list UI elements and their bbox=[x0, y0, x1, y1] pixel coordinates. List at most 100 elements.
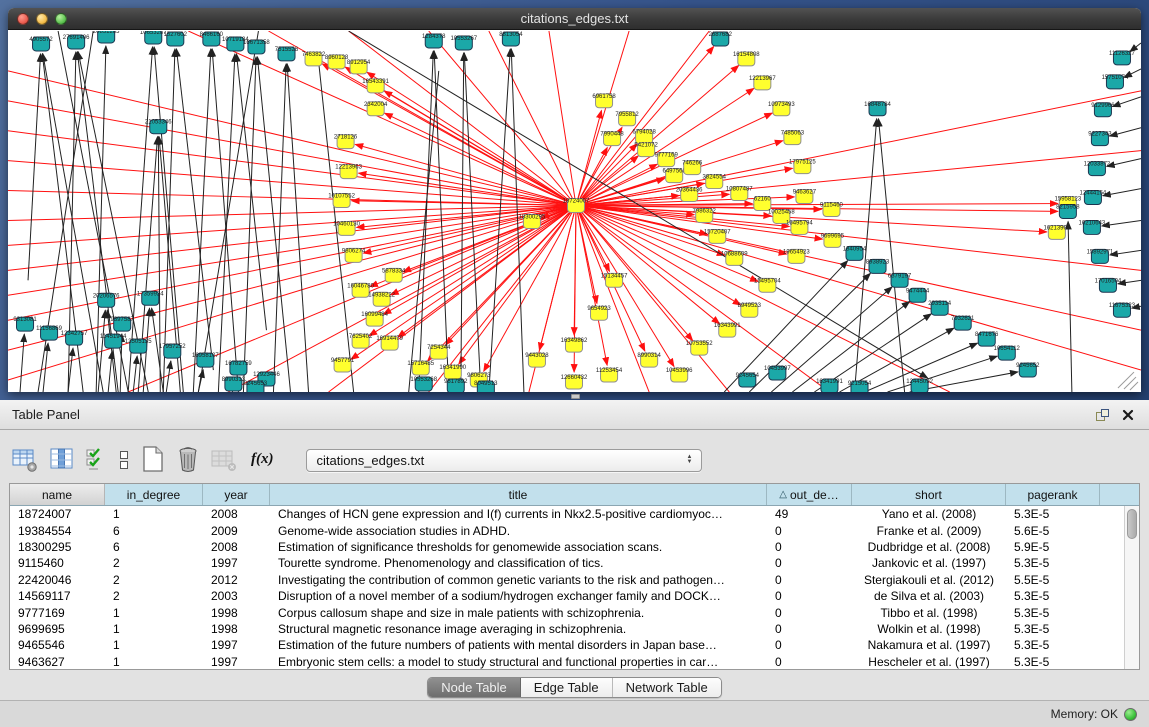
cell-out_degree[interactable]: 0 bbox=[767, 589, 852, 603]
cell-short[interactable]: de Silva et al. (2003) bbox=[852, 589, 1006, 603]
cell-name[interactable]: 9777169 bbox=[10, 606, 105, 620]
network-node[interactable]: 12444154 bbox=[1080, 191, 1107, 205]
zoom-window-icon[interactable] bbox=[55, 13, 67, 25]
network-node[interactable]: 10688609 bbox=[721, 251, 748, 265]
cell-title[interactable]: Embryonic stem cells: a model to study s… bbox=[270, 655, 767, 669]
cell-year[interactable]: 2009 bbox=[203, 524, 270, 538]
network-node[interactable]: 9245653 bbox=[244, 381, 268, 392]
table-row[interactable]: 1456911722003Disruption of a novel membe… bbox=[10, 588, 1124, 604]
cell-name[interactable]: 18724007 bbox=[10, 507, 105, 521]
network-window-titlebar[interactable]: citations_edges.txt bbox=[8, 8, 1141, 30]
table-row[interactable]: 1938455462009Genome-wide association stu… bbox=[10, 522, 1124, 538]
network-node[interactable]: 7515526 bbox=[275, 47, 299, 61]
network-node[interactable]: 16782759 bbox=[225, 361, 252, 375]
cell-title[interactable]: Investigating the contribution of common… bbox=[270, 573, 767, 587]
network-node[interactable]: 10553267 bbox=[450, 36, 477, 50]
network-node[interactable]: 7254344 bbox=[427, 345, 451, 359]
network-node[interactable]: 2718126 bbox=[334, 135, 358, 149]
cell-out_degree[interactable]: 0 bbox=[767, 524, 852, 538]
cell-year[interactable]: 2008 bbox=[203, 540, 270, 554]
table-row[interactable]: 1830029562008Estimation of significance … bbox=[10, 539, 1124, 555]
network-node[interactable]: 11253454 bbox=[596, 368, 623, 382]
table-row[interactable]: 1872400712008Changes of HCN gene express… bbox=[10, 506, 1124, 522]
network-node[interactable]: 9215054 bbox=[848, 381, 872, 392]
cell-in_degree[interactable]: 2 bbox=[105, 573, 203, 587]
network-node[interactable]: 17975125 bbox=[789, 160, 816, 174]
network-node[interactable]: 12445092 bbox=[906, 379, 933, 392]
cell-short[interactable]: Wolkin et al. (1998) bbox=[852, 622, 1006, 636]
network-node[interactable]: 8215958 bbox=[1056, 205, 1080, 219]
column-header-pagerank[interactable]: pagerank bbox=[1006, 484, 1100, 505]
network-node[interactable]: 3824554 bbox=[703, 175, 727, 189]
network-node[interactable]: 12213967 bbox=[749, 76, 776, 90]
cell-year[interactable]: 2003 bbox=[203, 589, 270, 603]
network-node[interactable]: 9474444 bbox=[906, 288, 930, 302]
cell-title[interactable]: Genome-wide association studies in ADHD. bbox=[270, 524, 767, 538]
network-node[interactable]: 8049513 bbox=[474, 381, 498, 392]
network-node[interactable]: 10654112 bbox=[994, 346, 1021, 360]
network-node[interactable]: 16154808 bbox=[733, 52, 760, 66]
cell-year[interactable]: 1997 bbox=[203, 556, 270, 570]
cell-pagerank[interactable]: 5.3E-5 bbox=[1006, 507, 1100, 521]
cell-year[interactable]: 1998 bbox=[203, 622, 270, 636]
cell-name[interactable]: 9699695 bbox=[10, 622, 105, 636]
network-node[interactable]: 17359924 bbox=[137, 291, 164, 305]
network-node[interactable]: 8471676 bbox=[975, 332, 999, 346]
network-node[interactable]: 12342757 bbox=[61, 331, 88, 345]
cell-in_degree[interactable]: 1 bbox=[105, 606, 203, 620]
cell-title[interactable]: Estimation of significance thresholds fo… bbox=[270, 540, 767, 554]
cell-name[interactable]: 9465546 bbox=[10, 638, 105, 652]
cell-out_degree[interactable]: 0 bbox=[767, 556, 852, 570]
table-row[interactable]: 2242004622012Investigating the contribut… bbox=[10, 572, 1124, 588]
network-node[interactable]: 2935114 bbox=[928, 301, 952, 315]
cell-pagerank[interactable]: 5.3E-5 bbox=[1006, 655, 1100, 669]
network-node[interactable]: 16958107 bbox=[192, 353, 219, 367]
cell-out_degree[interactable]: 0 bbox=[767, 655, 852, 669]
function-builder-icon[interactable]: f(x) bbox=[251, 451, 274, 468]
column-header-year[interactable]: year bbox=[203, 484, 270, 505]
cell-year[interactable]: 1997 bbox=[203, 638, 270, 652]
network-node[interactable]: 16210643 bbox=[1079, 220, 1106, 234]
cell-short[interactable]: Jankovic et al. (1997) bbox=[852, 556, 1006, 570]
close-panel-icon[interactable] bbox=[1119, 407, 1137, 423]
table-mode-icon[interactable] bbox=[118, 447, 130, 473]
network-node[interactable]: 8949523 bbox=[738, 303, 762, 317]
network-node[interactable]: 1840954 bbox=[843, 246, 867, 260]
cell-year[interactable]: 1998 bbox=[203, 606, 270, 620]
network-node[interactable]: 20851283 bbox=[93, 31, 120, 43]
network-node[interactable]: 8990314 bbox=[637, 353, 661, 367]
network-node[interactable]: 16341990 bbox=[439, 365, 466, 379]
cell-short[interactable]: Yano et al. (2008) bbox=[852, 507, 1006, 521]
network-node[interactable]: 15716485 bbox=[407, 361, 434, 375]
cell-in_degree[interactable]: 1 bbox=[105, 507, 203, 521]
network-node[interactable]: 17957252 bbox=[159, 344, 186, 358]
cell-out_degree[interactable]: 0 bbox=[767, 622, 852, 636]
cell-in_degree[interactable]: 2 bbox=[105, 556, 203, 570]
table-vertical-scrollbar[interactable] bbox=[1124, 506, 1139, 669]
network-node[interactable]: 8960128 bbox=[325, 55, 349, 69]
network-node[interactable]: 9777169 bbox=[654, 153, 678, 167]
network-node[interactable]: 9617892 bbox=[444, 379, 468, 392]
column-header-in_degree[interactable]: in_degree bbox=[105, 484, 203, 505]
cell-title[interactable]: Disruption of a novel member of a sodium… bbox=[270, 589, 767, 603]
cell-in_degree[interactable]: 6 bbox=[105, 524, 203, 538]
network-node[interactable]: 6379197 bbox=[888, 273, 912, 287]
network-node[interactable]: 2342004 bbox=[364, 102, 388, 116]
network-node[interactable]: 16848784 bbox=[864, 102, 891, 116]
cell-short[interactable]: Stergiakouli et al. (2012) bbox=[852, 573, 1006, 587]
delete-rows-icon[interactable] bbox=[176, 447, 200, 473]
network-node[interactable]: 9313081 bbox=[13, 317, 37, 331]
column-header-name[interactable]: name bbox=[10, 484, 105, 505]
cell-year[interactable]: 1997 bbox=[203, 655, 270, 669]
network-node[interactable]: 9245652 bbox=[1016, 363, 1040, 377]
network-node[interactable]: 16213908 bbox=[1044, 225, 1071, 239]
table-settings-icon[interactable] bbox=[12, 447, 39, 473]
network-node[interactable]: 5878334 bbox=[382, 268, 406, 282]
tab-edge-table[interactable]: Edge Table bbox=[521, 678, 613, 697]
cell-title[interactable]: Tourette syndrome. Phenomenology and cla… bbox=[270, 556, 767, 570]
cell-pagerank[interactable]: 5.3E-5 bbox=[1006, 638, 1100, 652]
network-node[interactable]: 7463822 bbox=[302, 52, 326, 66]
network-node[interactable]: 4905572 bbox=[29, 37, 53, 51]
table-selector-dropdown[interactable]: citations_edges.txt ▲▼ bbox=[306, 449, 702, 472]
tab-network-table[interactable]: Network Table bbox=[613, 678, 721, 697]
